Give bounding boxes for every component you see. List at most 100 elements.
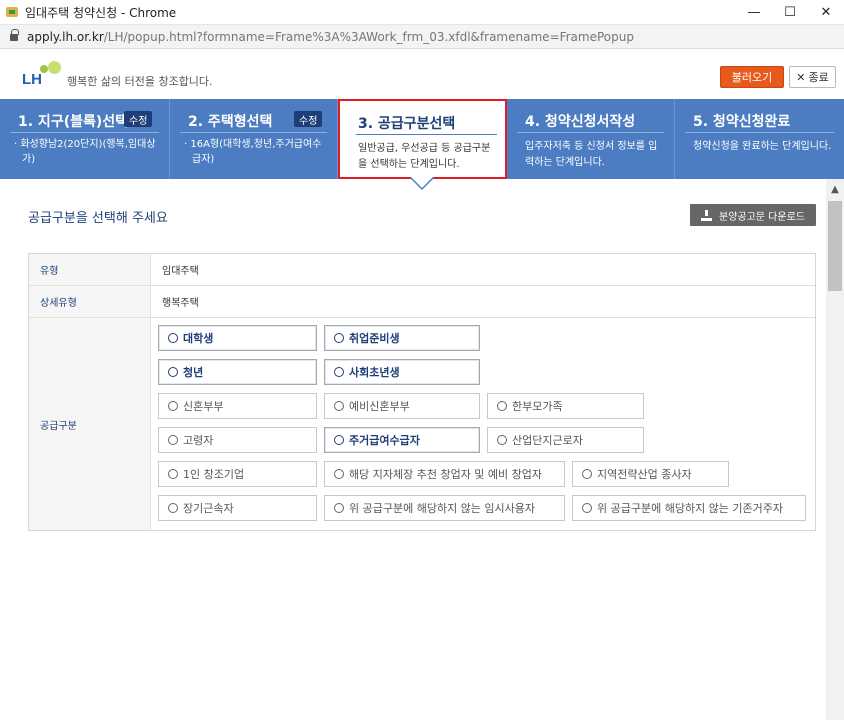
row-value: 행복주택 bbox=[162, 298, 199, 309]
browser-title-bar: 임대주택 청약신청 - Chrome — ☐ ✕ bbox=[0, 0, 844, 25]
option-youth[interactable]: 청년 bbox=[158, 359, 317, 385]
window-close-button[interactable]: ✕ bbox=[808, 0, 844, 25]
slogan: 행복한 삶의 터전을 창조합니다. bbox=[67, 75, 213, 88]
step-selection: · 화성향남2(20단지)(행복,임대상가) bbox=[14, 139, 156, 165]
edit-button[interactable]: 수정 bbox=[124, 111, 153, 127]
edit-button[interactable]: 수정 bbox=[294, 111, 323, 127]
table-row: 공급구분 대학생 취업준비생 청년 사회초년생 신혼부부 예비신혼부부 한부모가… bbox=[29, 318, 815, 530]
radio-icon bbox=[168, 503, 178, 513]
main-content: 공급구분을 선택해 주세요 분양공고문 다운로드 유형 임대주택 상세유형 행복… bbox=[0, 179, 826, 720]
option-long-term-employee[interactable]: 장기근속자 bbox=[158, 495, 317, 521]
window-title: 임대주택 청약신청 - Chrome bbox=[25, 5, 177, 20]
step-1[interactable]: 1. 지구(블록)선택 수정 · 화성향남2(20단지)(행복,임대상가) bbox=[0, 99, 170, 179]
option-university-student[interactable]: 대학생 bbox=[158, 325, 317, 351]
option-one-person-startup[interactable]: 1인 창조기업 bbox=[158, 461, 317, 487]
close-icon: ✕ bbox=[796, 70, 806, 84]
option-label: 신혼부부 bbox=[183, 400, 224, 413]
row-label: 유형 bbox=[29, 254, 151, 285]
download-announcement-button[interactable]: 분양공고문 다운로드 bbox=[690, 204, 816, 226]
url-path: /LH/popup.html?formname=Frame%3A%3AWork_… bbox=[103, 29, 634, 44]
option-label: 고령자 bbox=[183, 434, 214, 447]
option-label: 예비신혼부부 bbox=[349, 400, 410, 413]
step-2[interactable]: 2. 주택형선택 수정 · 16A형(대학생,청년,주거급여수급자) bbox=[170, 99, 338, 179]
option-label: 위 공급구분에 해당하지 않는 임시사용자 bbox=[349, 502, 536, 515]
step-description: 입주자저축 등 신청서 정보를 입력하는 단계입니다. bbox=[525, 141, 658, 168]
minimize-button[interactable]: — bbox=[736, 0, 772, 25]
radio-icon bbox=[334, 469, 344, 479]
option-label: 위 공급구분에 해당하지 않는 기존거주자 bbox=[597, 502, 784, 515]
url-host: apply.lh.or.kr bbox=[27, 29, 104, 44]
radio-icon bbox=[497, 435, 507, 445]
radio-icon bbox=[334, 333, 344, 343]
option-recommended-founder[interactable]: 해당 지자체장 추천 창업자 및 예비 창업자 bbox=[324, 461, 565, 487]
option-new-worker[interactable]: 사회초년생 bbox=[324, 359, 480, 385]
option-label: 해당 지자체장 추천 창업자 및 예비 창업자 bbox=[349, 468, 543, 481]
exit-button-label: 종료 bbox=[808, 71, 829, 84]
radio-icon bbox=[334, 435, 344, 445]
option-elderly[interactable]: 고령자 bbox=[158, 427, 317, 453]
address-bar[interactable]: apply.lh.or.kr/LH/popup.html?formname=Fr… bbox=[0, 25, 844, 49]
option-strategic-industry[interactable]: 지역전략산업 종사자 bbox=[572, 461, 729, 487]
step-title: 5. 청약신청완료 bbox=[693, 114, 791, 130]
download-button-label: 분양공고문 다운로드 bbox=[719, 211, 805, 223]
load-button[interactable]: 불러오기 bbox=[720, 66, 784, 88]
step-3[interactable]: 3. 공급구분선택 일반공급, 우선공급 등 공급구분을 선택하는 단계입니다. bbox=[338, 99, 507, 179]
radio-icon bbox=[168, 469, 178, 479]
option-label: 대학생 bbox=[183, 332, 214, 345]
app-icon bbox=[6, 7, 18, 17]
option-label: 청년 bbox=[183, 366, 204, 379]
scroll-up-icon[interactable]: ▲ bbox=[830, 185, 840, 195]
active-step-pointer-icon bbox=[410, 177, 434, 191]
lock-icon bbox=[10, 29, 19, 41]
vertical-scrollbar[interactable]: ▲ bbox=[826, 179, 844, 720]
radio-icon bbox=[168, 401, 178, 411]
option-existing-resident[interactable]: 위 공급구분에 해당하지 않는 기존거주자 bbox=[572, 495, 806, 521]
scroll-thumb[interactable] bbox=[828, 201, 842, 291]
option-industrial-worker[interactable]: 산업단지근로자 bbox=[487, 427, 644, 453]
step-title: 4. 청약신청서작성 bbox=[525, 114, 636, 130]
radio-icon bbox=[168, 333, 178, 343]
step-title: 2. 주택형선택 bbox=[188, 114, 273, 130]
step-4[interactable]: 4. 청약신청서작성 입주자저축 등 신청서 정보를 입력하는 단계입니다. bbox=[507, 99, 675, 179]
lh-logo: LH bbox=[22, 59, 64, 88]
step-description: 청약신청을 완료하는 단계입니다. bbox=[693, 141, 832, 152]
page-header: LH 행복한 삶의 터전을 창조합니다. 불러오기 ✕ 종료 bbox=[0, 49, 844, 99]
table-row: 상세유형 행복주택 bbox=[29, 286, 815, 318]
radio-icon bbox=[582, 469, 592, 479]
table-row: 유형 임대주택 bbox=[29, 254, 815, 286]
step-title: 1. 지구(블록)선택 bbox=[18, 114, 129, 130]
option-label: 지역전략산업 종사자 bbox=[597, 468, 692, 481]
option-label: 장기근속자 bbox=[183, 502, 234, 515]
option-temporary-user[interactable]: 위 공급구분에 해당하지 않는 임시사용자 bbox=[324, 495, 565, 521]
supply-form-table: 유형 임대주택 상세유형 행복주택 공급구분 대학생 취업준비생 청년 사회초년… bbox=[28, 253, 816, 531]
option-label: 한부모가족 bbox=[512, 400, 563, 413]
option-job-seeker[interactable]: 취업준비생 bbox=[324, 325, 480, 351]
radio-icon bbox=[168, 435, 178, 445]
radio-icon bbox=[334, 367, 344, 377]
option-label: 주거급여수급자 bbox=[349, 434, 420, 447]
step-title: 3. 공급구분선택 bbox=[358, 116, 456, 132]
option-pre-newlyweds[interactable]: 예비신혼부부 bbox=[324, 393, 480, 419]
step-description: 일반공급, 우선공급 등 공급구분을 선택하는 단계입니다. bbox=[358, 143, 491, 170]
option-housing-benefit[interactable]: 주거급여수급자 bbox=[324, 427, 480, 453]
step-selection: · 16A형(대학생,청년,주거급여수급자) bbox=[184, 139, 322, 165]
step-progress-bar: 1. 지구(블록)선택 수정 · 화성향남2(20단지)(행복,임대상가) 2.… bbox=[0, 99, 844, 179]
radio-icon bbox=[334, 503, 344, 513]
row-label: 상세유형 bbox=[29, 286, 151, 317]
option-label: 1인 창조기업 bbox=[183, 468, 245, 481]
radio-icon bbox=[582, 503, 592, 513]
row-label: 공급구분 bbox=[29, 318, 151, 530]
radio-icon bbox=[334, 401, 344, 411]
option-label: 산업단지근로자 bbox=[512, 434, 583, 447]
step-5[interactable]: 5. 청약신청완료 청약신청을 완료하는 단계입니다. bbox=[675, 99, 844, 179]
logo-text: LH bbox=[22, 71, 42, 88]
exit-button[interactable]: ✕ 종료 bbox=[789, 66, 836, 88]
option-label: 취업준비생 bbox=[349, 332, 400, 345]
maximize-button[interactable]: ☐ bbox=[772, 0, 808, 25]
row-value: 임대주택 bbox=[162, 266, 199, 277]
download-icon bbox=[701, 209, 712, 221]
option-single-parent[interactable]: 한부모가족 bbox=[487, 393, 644, 419]
option-label: 사회초년생 bbox=[349, 366, 400, 379]
option-newlyweds[interactable]: 신혼부부 bbox=[158, 393, 317, 419]
radio-icon bbox=[497, 401, 507, 411]
